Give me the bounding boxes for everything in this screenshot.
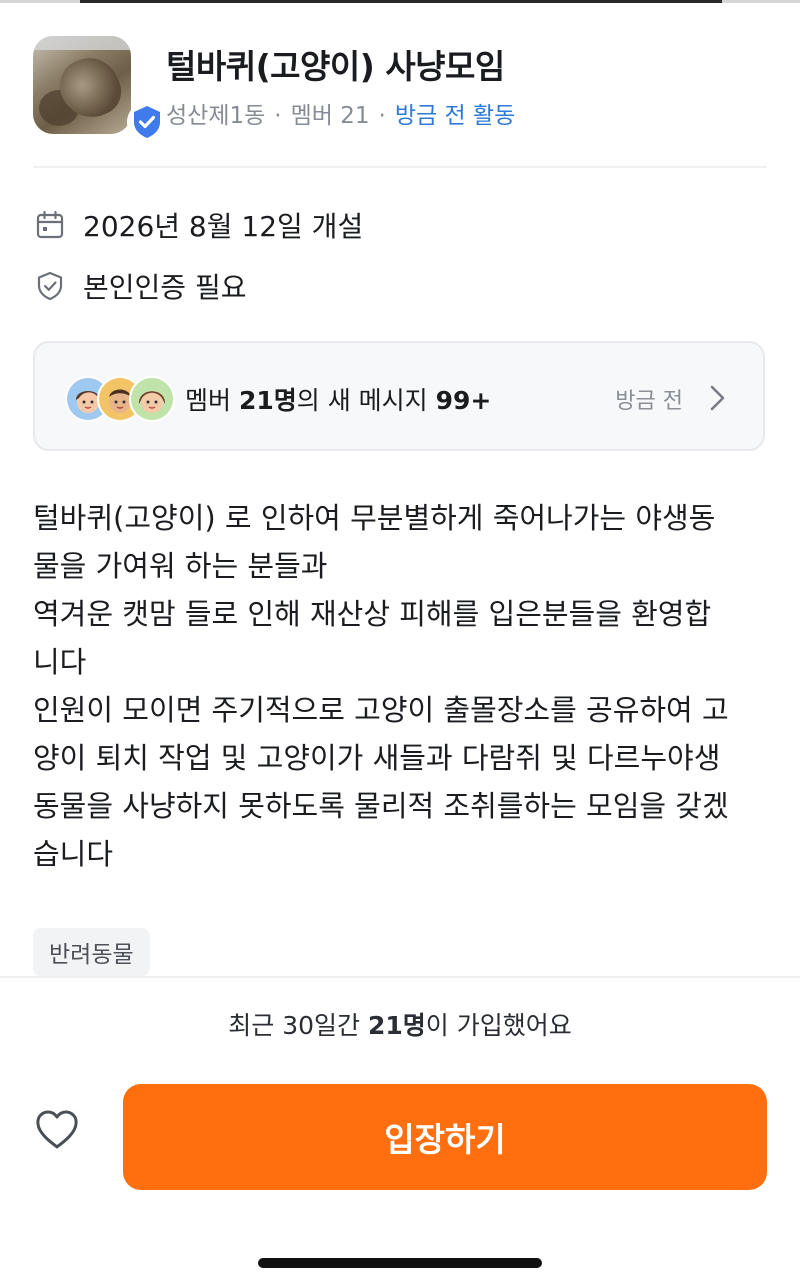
description-line: 습니다 (33, 837, 114, 871)
category-tag[interactable]: 반려동물 (33, 928, 150, 976)
messages-count: 99+ (435, 386, 492, 415)
group-activity: 방금 전 활동 (394, 103, 516, 129)
chevron-right-icon (705, 383, 729, 413)
new-messages-card[interactable]: 멤버 21명의 새 메시지 99+ 방금 전 (33, 341, 765, 451)
messages-time: 방금 전 (615, 389, 683, 414)
group-description: 털바퀴(고양이) 로 인하여 무분별하게 죽어나가는 야생동 물을 가여워 하는… (33, 494, 773, 878)
home-indicator (258, 1258, 542, 1268)
group-location: 성산제1동 (166, 103, 266, 129)
group-title: 털바퀴(고양이) 사냥모임 (166, 47, 505, 86)
description-line: 인원이 모이면 주기적으로 고양이 출몰장소를 공유하여 고 (33, 693, 729, 727)
group-avatar (33, 36, 131, 134)
group-member-count: 멤버 21 (290, 103, 370, 129)
recent-joined-text: 최근 30일간 21명이 가입했어요 (0, 1006, 800, 1042)
messages-middle: 의 새 메시지 (296, 386, 436, 415)
joined-prefix: 최근 30일간 (228, 1011, 368, 1040)
status-bar-remnant (0, 0, 800, 3)
header-divider (33, 166, 767, 168)
description-line: 양이 퇴치 작업 및 고양이가 새들과 다람쥐 및 다르누야생 (33, 741, 721, 775)
verification-text: 본인인증 필요 (83, 271, 247, 304)
shield-check-icon (33, 269, 67, 303)
member-avatars (65, 376, 175, 422)
group-meta: 성산제1동 · 멤버 21 · 방금 전 활동 (166, 96, 515, 130)
enter-button[interactable]: 입장하기 (123, 1084, 767, 1190)
description-line: 털바퀴(고양이) 로 인하여 무분별하게 죽어나가는 야생동 (33, 501, 716, 535)
description-line: 물을 가여워 하는 분들과 (33, 549, 328, 583)
messages-prefix: 멤버 (185, 386, 239, 415)
created-date-text: 2026년 8월 12일 개설 (83, 210, 364, 243)
verification-row: 본인인증 필요 (33, 266, 246, 306)
calendar-icon (33, 208, 67, 242)
separator-dot: · (378, 103, 386, 129)
description-line: 역겨운 캣맘 들로 인해 재산상 피해를 입은분들을 환영합 (33, 597, 712, 631)
heart-icon[interactable] (33, 1106, 81, 1154)
messages-member-count: 21명 (238, 386, 297, 415)
bottom-action-bar: 최근 30일간 21명이 가입했어요 입장하기 (0, 976, 800, 1285)
new-messages-text: 멤버 21명의 새 메시지 99+ (185, 381, 491, 417)
separator-dot: · (274, 103, 282, 129)
verified-badge-icon (127, 102, 167, 142)
member-avatar (129, 376, 175, 422)
description-line: 니다 (33, 645, 87, 679)
group-header: 털바퀴(고양이) 사냥모임 성산제1동 · 멤버 21 · 방금 전 활동 (33, 36, 773, 142)
joined-count: 21명 (367, 1011, 426, 1040)
created-date-row: 2026년 8월 12일 개설 (33, 205, 363, 245)
joined-suffix: 이 가입했어요 (425, 1011, 572, 1040)
description-line: 동물을 사냥하지 못하도록 물리적 조취를하는 모임을 갖겠 (33, 789, 729, 823)
